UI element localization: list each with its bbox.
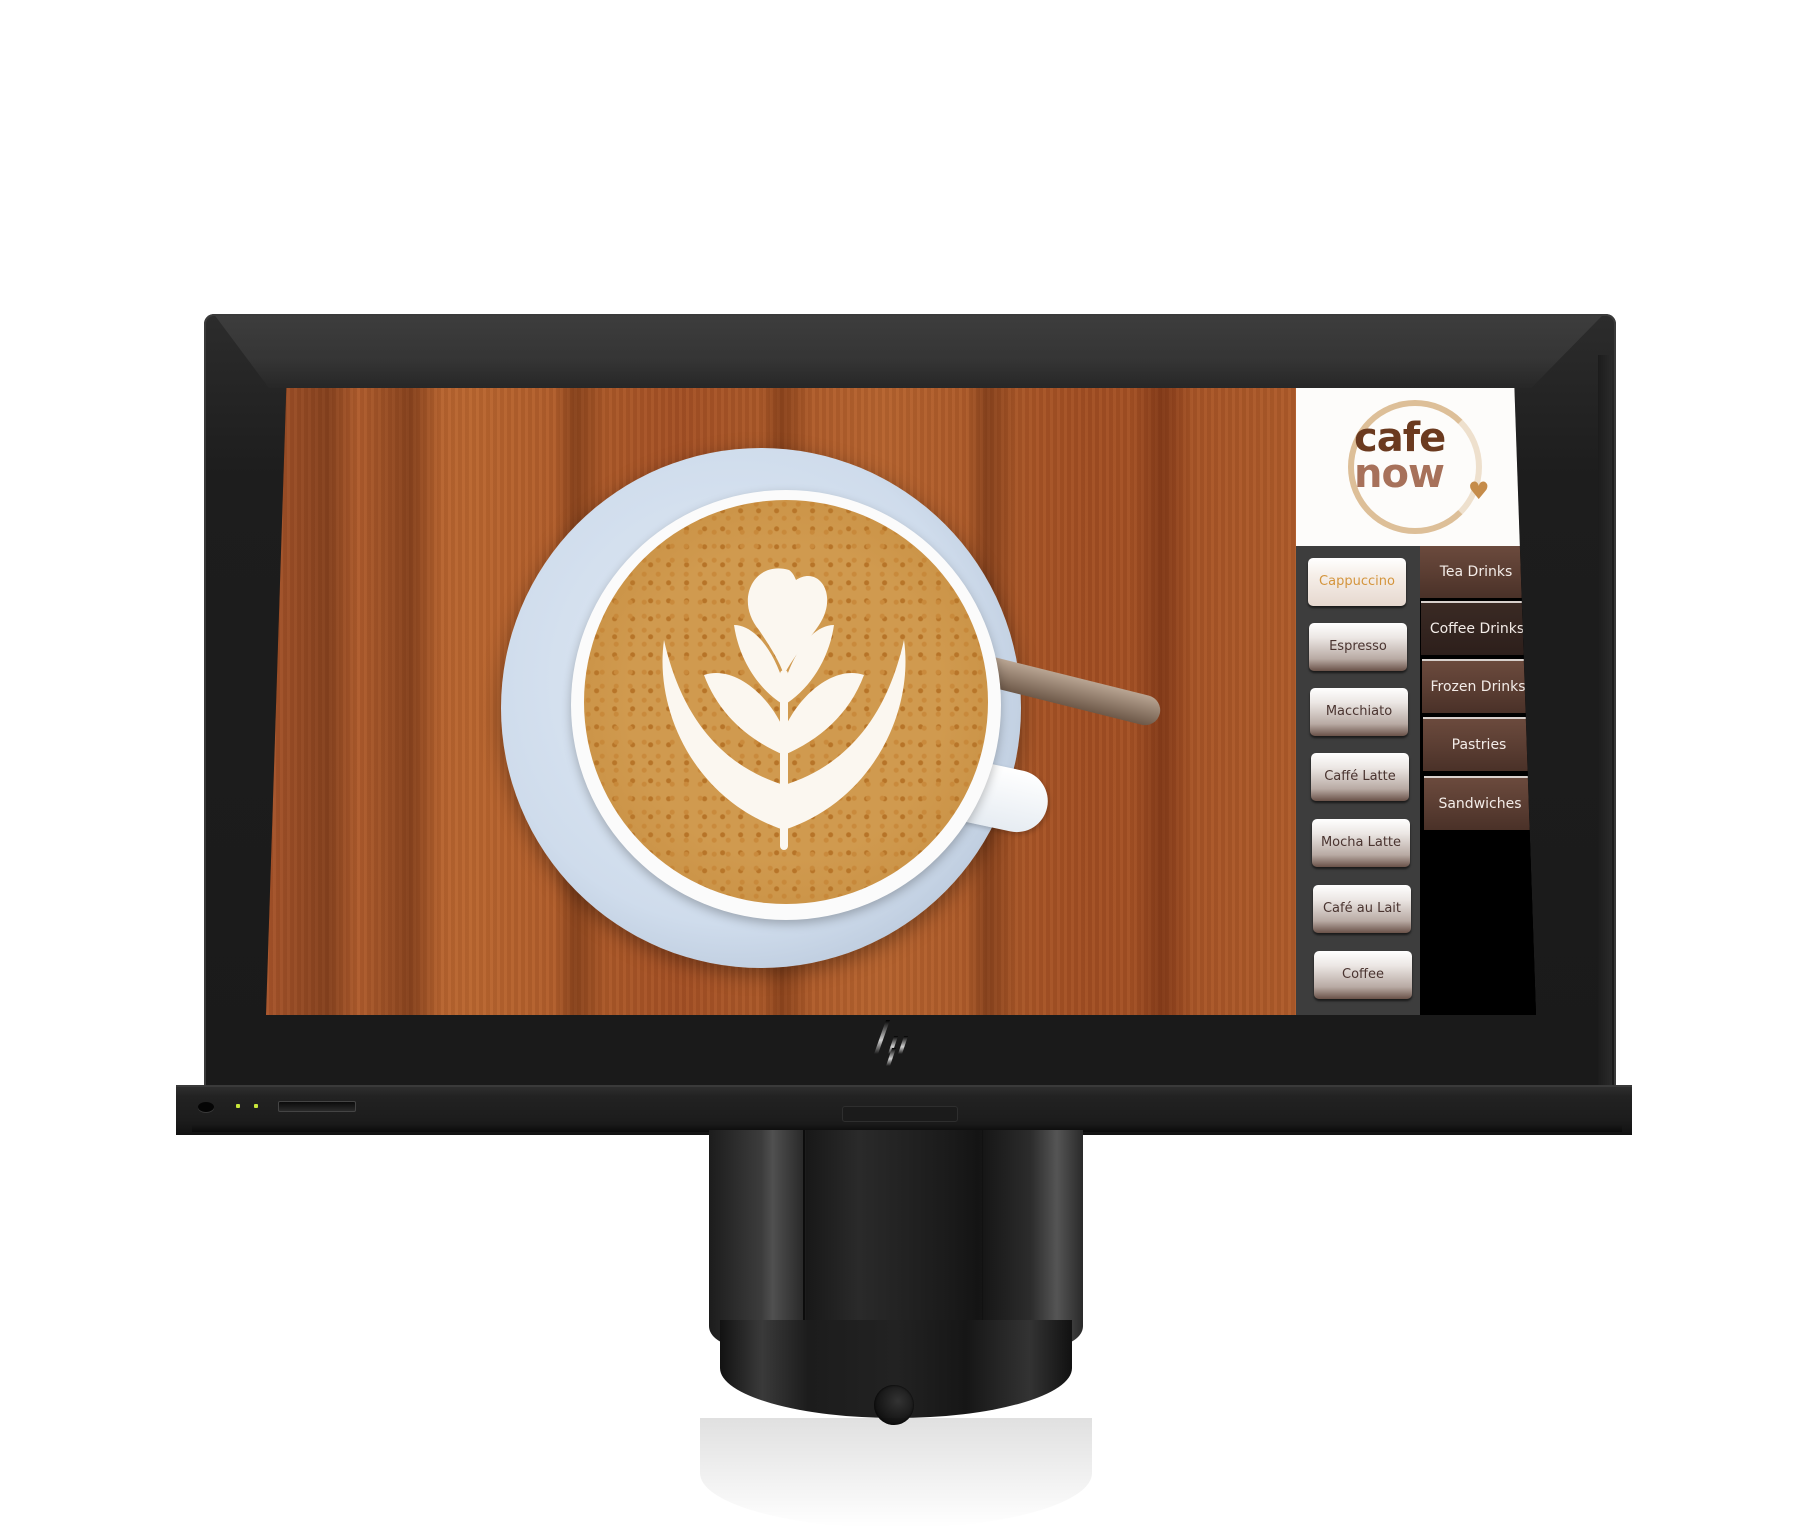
drink-button-cafe-au-lait[interactable]: Café au Lait [1313,885,1411,933]
drink-button-caffe-latte[interactable]: Caffé Latte [1311,753,1409,801]
card-reader-slot [278,1101,356,1112]
brand-logo-line2: now [1354,451,1445,497]
category-coffee-drinks[interactable]: Coffee Drinks [1421,601,1533,655]
chin-notch [842,1106,958,1122]
hp-logo [874,1020,908,1066]
drink-list: Cappuccino Espresso Macchiato Caffé Latt… [1296,546,1420,1015]
kiosk-stand-column [709,1130,1083,1346]
drink-button-espresso[interactable]: Espresso [1309,623,1407,671]
status-led-icon [254,1104,258,1108]
monitor-side-edge [1598,355,1612,1115]
status-led-icon [236,1104,240,1108]
category-pastries[interactable]: Pastries [1423,717,1535,771]
brand-logo: cafe now ♥ [1296,388,1528,546]
power-button[interactable] [198,1102,214,1112]
category-tea-drinks[interactable]: Tea Drinks [1420,546,1532,598]
cappuccino-foam-image [584,500,988,904]
hero-image-wood-table [266,388,1296,1015]
category-nav: Tea Drinks Coffee Drinks Frozen Drinks P… [1420,546,1536,1015]
touch-screen: cafe now ♥ Cappuccino Espresso Macchiato… [266,388,1536,1015]
category-frozen-drinks[interactable]: Frozen Drinks [1422,659,1534,713]
drink-button-cappuccino[interactable]: Cappuccino [1308,558,1406,606]
latte-art-rosetta-icon [662,568,906,850]
heart-icon: ♥ [1468,477,1490,505]
bezel-top-glare [215,316,1602,388]
category-sandwiches[interactable]: Sandwiches [1424,776,1536,830]
drink-button-mocha-latte[interactable]: Mocha Latte [1312,819,1410,867]
floor-reflection [700,1418,1092,1528]
drink-button-coffee[interactable]: Coffee [1314,951,1412,999]
drink-button-macchiato[interactable]: Macchiato [1310,688,1408,736]
menu-side-panel: cafe now ♥ Cappuccino Espresso Macchiato… [1296,388,1536,1015]
